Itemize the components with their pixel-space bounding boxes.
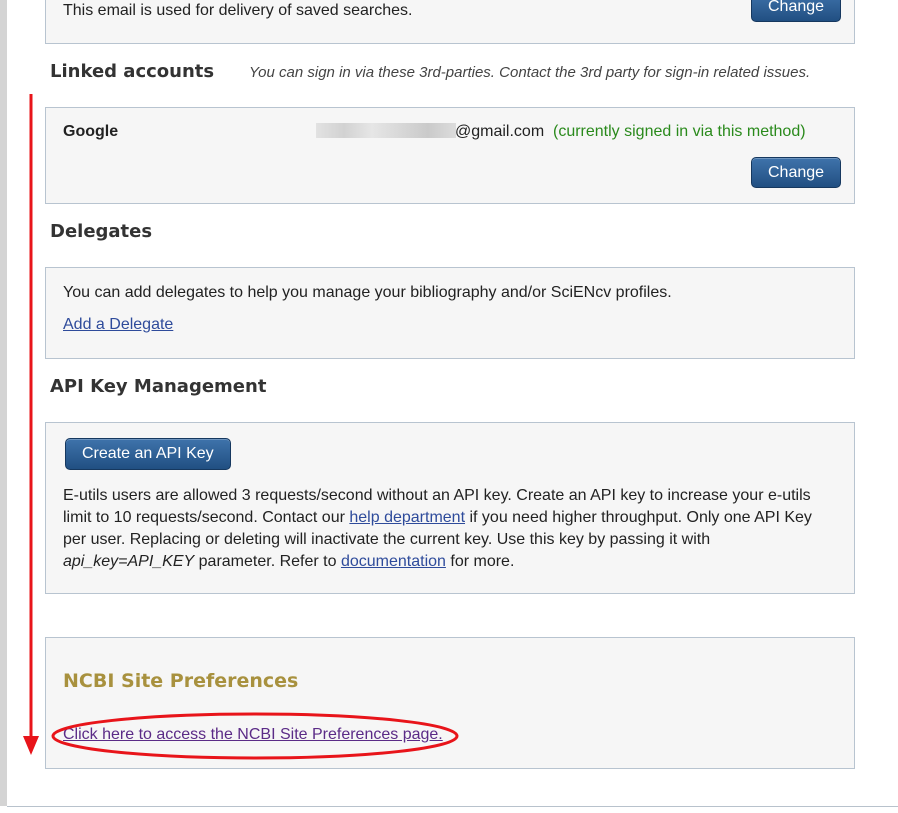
add-delegate-link[interactable]: Add a Delegate	[63, 316, 173, 334]
site-preferences-link[interactable]: Click here to access the NCBI Site Prefe…	[63, 726, 443, 744]
api-desc-line-4-after: for more.	[450, 553, 515, 570]
linked-accounts-note: You can sign in via these 3rd-parties. C…	[249, 64, 811, 81]
site-preferences-heading: NCBI Site Preferences	[63, 670, 299, 692]
api-key-panel: Create an API Key E-utils users are allo…	[45, 422, 855, 594]
api-key-description: E-utils users are allowed 3 requests/sec…	[63, 485, 843, 573]
api-desc-line-2: limit to 10 requests/second. Contact our…	[63, 507, 843, 529]
create-api-key-button[interactable]: Create an API Key	[65, 438, 231, 470]
signin-status: (currently signed in via this method)	[553, 123, 806, 140]
annotation-arrow-head	[23, 736, 39, 755]
linked-accounts-heading: Linked accounts	[50, 61, 215, 82]
left-border	[0, 0, 7, 806]
api-desc-line-4-before: parameter. Refer to	[198, 553, 337, 570]
change-google-button[interactable]: Change	[751, 157, 842, 188]
documentation-link[interactable]: documentation	[341, 553, 446, 570]
api-key-param: api_key=API_KEY	[63, 553, 195, 570]
api-desc-line-2-after: if you need higher throughput. Only one …	[469, 509, 812, 526]
change-email-button[interactable]: Change	[751, 0, 842, 22]
delegates-description: You can add delegates to help you manage…	[63, 284, 672, 301]
delegates-panel: You can add delegates to help you manage…	[45, 267, 855, 359]
api-desc-line-3: per user. Replacing or deleting will ina…	[63, 531, 711, 548]
email-description: This email is used for delivery of saved…	[63, 2, 413, 19]
google-provider-label: Google	[63, 123, 119, 140]
delegates-heading: Delegates	[50, 221, 153, 242]
email-panel: This email is used for delivery of saved…	[45, 0, 855, 44]
help-department-link[interactable]: help department	[349, 509, 465, 526]
linked-email: @gmail.com	[455, 123, 545, 140]
site-preferences-panel: NCBI Site Preferences Click here to acce…	[45, 637, 855, 769]
linked-accounts-panel: Google @gmail.com (currently signed in v…	[45, 107, 855, 204]
api-desc-line-2-before: limit to 10 requests/second. Contact our	[63, 509, 345, 526]
api-desc-line-4: api_key=API_KEY parameter. Refer to docu…	[63, 551, 843, 573]
api-desc-line-1: E-utils users are allowed 3 requests/sec…	[63, 487, 811, 504]
redacted-email-blur	[316, 123, 456, 138]
api-key-heading: API Key Management	[50, 376, 267, 397]
bottom-divider	[7, 806, 898, 807]
